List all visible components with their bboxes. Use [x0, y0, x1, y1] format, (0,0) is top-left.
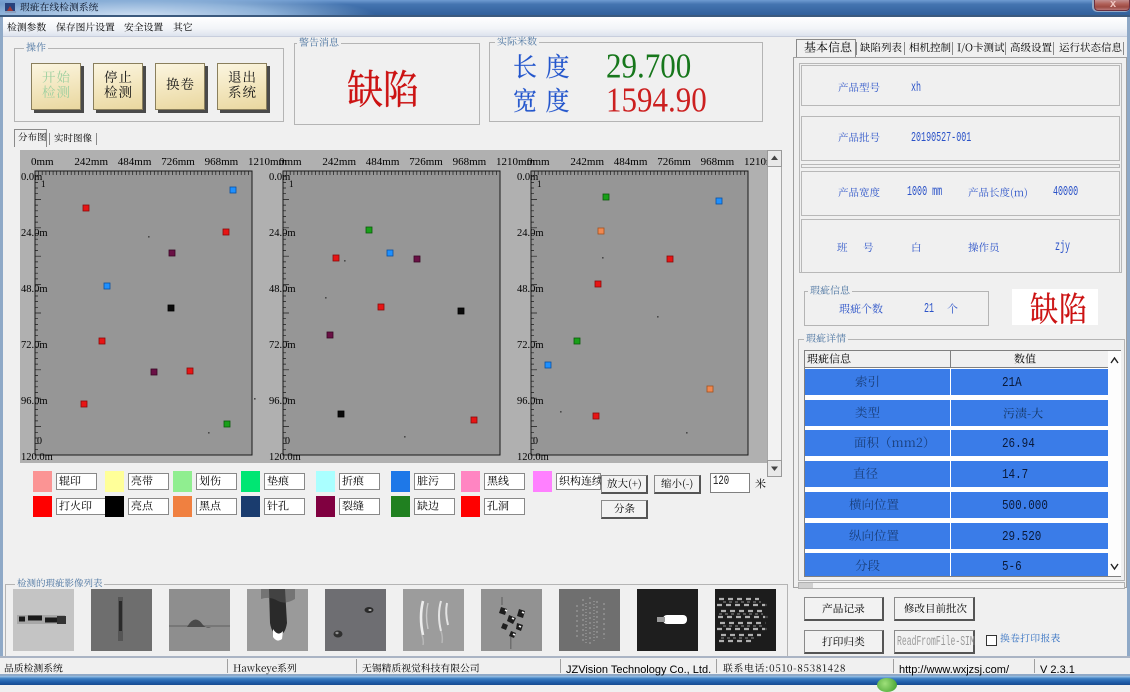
- svg-text:96.0m: 96.0m: [517, 396, 544, 407]
- svg-text:1: 1: [289, 179, 294, 189]
- svg-text:0mm: 0mm: [31, 156, 54, 168]
- svg-text:120.0m: 120.0m: [269, 452, 301, 463]
- svg-text:0.0m: 0.0m: [269, 172, 290, 183]
- svg-text:0.0m: 0.0m: [517, 172, 538, 183]
- svg-text:0mm: 0mm: [527, 156, 550, 168]
- svg-text:968mm: 968mm: [453, 156, 487, 168]
- svg-text:726mm: 726mm: [161, 156, 195, 168]
- svg-text:24.0m: 24.0m: [21, 228, 48, 239]
- svg-text:48.0m: 48.0m: [269, 284, 296, 295]
- svg-text:120.0m: 120.0m: [517, 452, 549, 463]
- svg-text:1: 1: [41, 179, 46, 189]
- svg-text:24.0m: 24.0m: [517, 228, 544, 239]
- svg-text:968mm: 968mm: [205, 156, 239, 168]
- svg-text:242mm: 242mm: [322, 156, 356, 168]
- svg-text:242mm: 242mm: [570, 156, 604, 168]
- svg-text:0.0m: 0.0m: [21, 172, 42, 183]
- svg-text:484mm: 484mm: [118, 156, 152, 168]
- svg-text:484mm: 484mm: [614, 156, 648, 168]
- svg-text:484mm: 484mm: [366, 156, 400, 168]
- svg-text:1210mm: 1210mm: [744, 156, 767, 168]
- svg-text:120.0m: 120.0m: [21, 452, 53, 463]
- svg-text:24.0m: 24.0m: [269, 228, 296, 239]
- svg-text:726mm: 726mm: [657, 156, 691, 168]
- svg-text:96.0m: 96.0m: [269, 396, 296, 407]
- svg-text:72.0m: 72.0m: [21, 340, 48, 351]
- svg-text:242mm: 242mm: [74, 156, 108, 168]
- svg-text:96.0m: 96.0m: [21, 396, 48, 407]
- svg-text:1: 1: [537, 179, 542, 189]
- svg-text:726mm: 726mm: [409, 156, 443, 168]
- svg-text:48.0m: 48.0m: [21, 284, 48, 295]
- svg-text:72.0m: 72.0m: [517, 340, 544, 351]
- svg-text:72.0m: 72.0m: [269, 340, 296, 351]
- svg-text:0mm: 0mm: [279, 156, 302, 168]
- svg-text:48.0m: 48.0m: [517, 284, 544, 295]
- svg-text:968mm: 968mm: [701, 156, 735, 168]
